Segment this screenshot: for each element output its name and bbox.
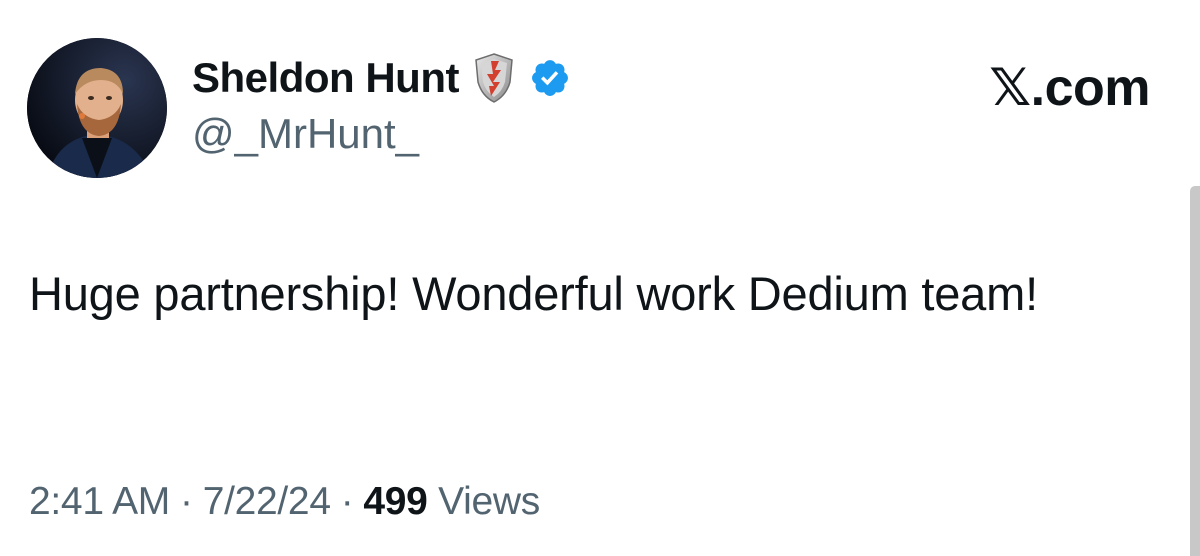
tweet-date[interactable]: 7/22/24 xyxy=(203,480,331,523)
tweet-meta: 2:41 AM · 7/22/24 · 499 Views xyxy=(29,480,540,524)
views-count[interactable]: 499 xyxy=(363,480,427,523)
tweet-time[interactable]: 2:41 AM xyxy=(29,480,170,523)
author-name-row: Sheldon Hunt xyxy=(192,48,571,108)
avatar[interactable] xyxy=(27,38,167,178)
tweet-text: Huge partnership! Wonderful work Dedium … xyxy=(29,267,1038,320)
scrollbar[interactable] xyxy=(1190,186,1200,556)
brand-label: 𝕏.com xyxy=(989,59,1150,117)
views-label: Views xyxy=(438,480,540,523)
tweet-card: Sheldon Hunt @_MrHunt_ 𝕏.com Huge partne… xyxy=(0,0,1200,556)
verified-icon[interactable] xyxy=(529,57,571,99)
author-display-name[interactable]: Sheldon Hunt xyxy=(192,54,459,102)
meta-separator: · xyxy=(180,480,193,523)
avatar-photo xyxy=(27,38,167,178)
author-handle[interactable]: @_MrHunt_ xyxy=(192,110,419,158)
meta-separator: · xyxy=(340,480,354,523)
shield-icon xyxy=(473,52,515,104)
